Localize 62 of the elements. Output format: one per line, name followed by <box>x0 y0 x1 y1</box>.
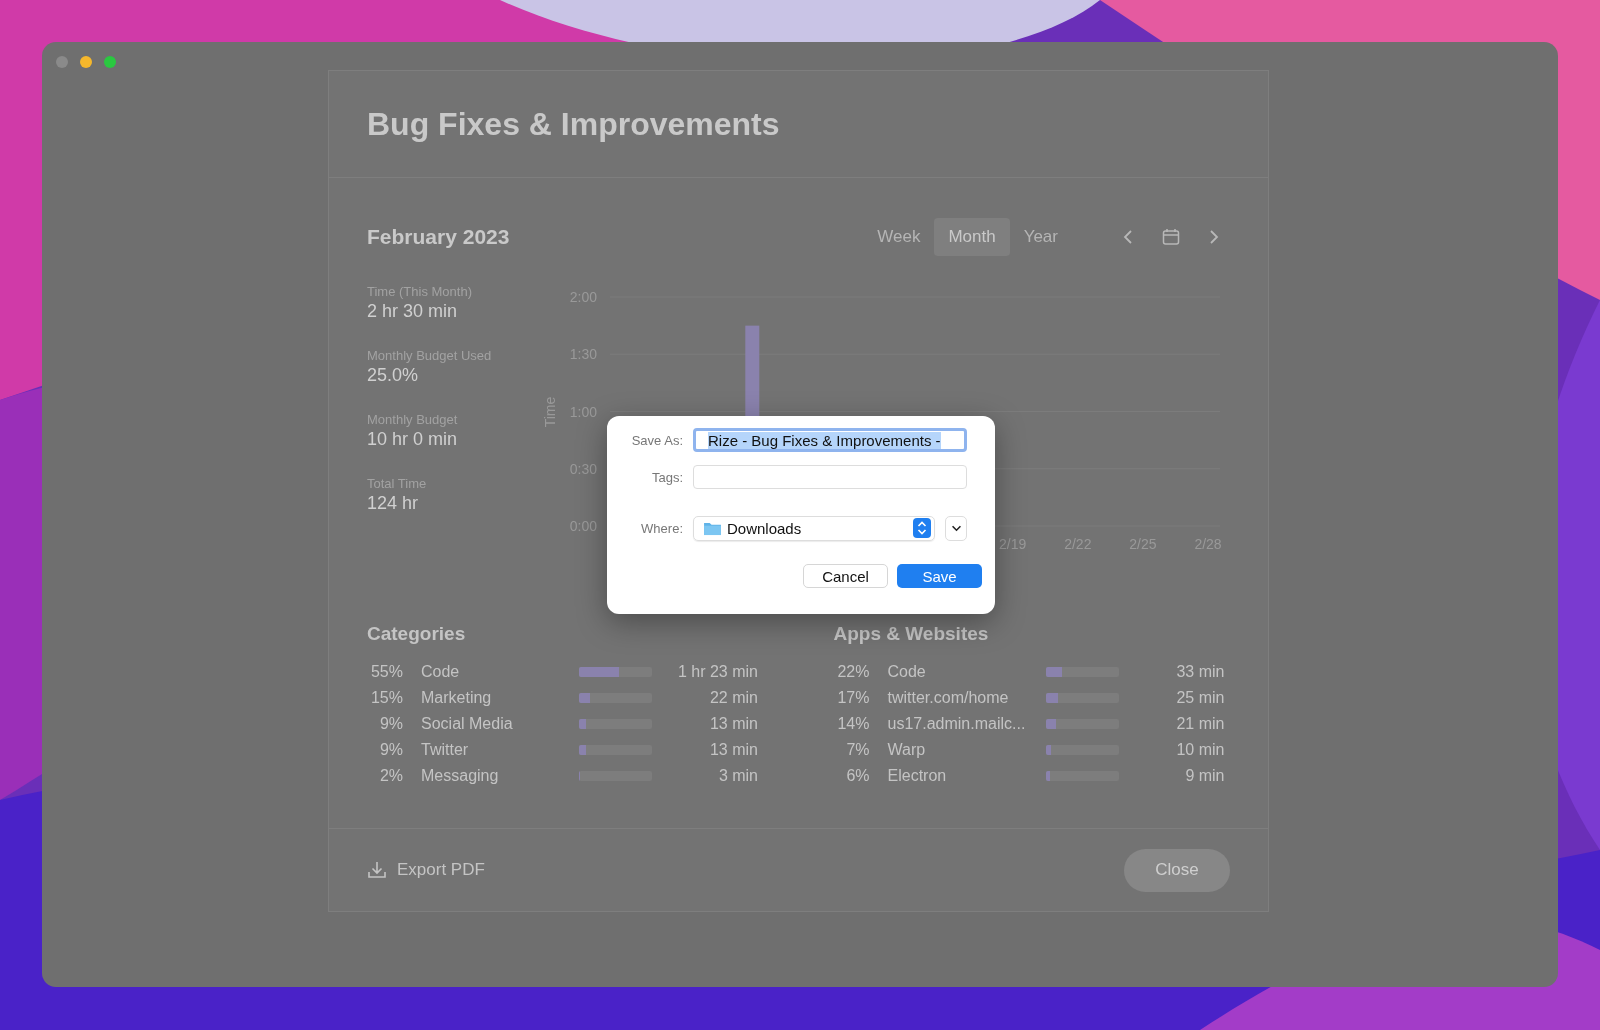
duration-text: 10 min <box>1175 741 1225 759</box>
project-title: Bug Fixes & Improvements <box>367 105 780 143</box>
filename-field[interactable]: Rize - Bug Fixes & Improvements - <box>693 428 967 452</box>
period-tab[interactable]: Month <box>934 218 1010 256</box>
item-name: twitter.com/home <box>887 689 1010 707</box>
field-label: Tags: <box>650 469 683 485</box>
field-label: Where: <box>640 520 683 536</box>
chevron-down-icon <box>950 524 962 532</box>
duration-text: 25 min <box>1175 689 1225 707</box>
item-name: Messaging <box>421 767 500 785</box>
period-tab[interactable]: Week <box>863 218 935 256</box>
download-icon <box>367 860 387 880</box>
stat-value: 2 hr 30 min <box>367 301 459 322</box>
item-name: Marketing <box>421 689 493 707</box>
item-name: Code <box>421 663 461 681</box>
item-name: Warp <box>887 741 927 759</box>
section-title: Categories <box>367 623 467 645</box>
period-tab[interactable]: Year <box>1009 218 1072 256</box>
minimize-control-icon[interactable] <box>80 56 92 68</box>
location-dropdown[interactable]: Downloads <box>693 515 935 541</box>
duration-text: 13 min <box>708 741 758 759</box>
calendar-icon[interactable] <box>1162 228 1180 246</box>
stat-value: 25.0% <box>367 365 420 386</box>
item-name: Electron <box>887 767 948 785</box>
percent-text: 7% <box>845 741 870 759</box>
percent-text: 9% <box>378 715 403 733</box>
export-pdf-button[interactable]: Export PDF <box>367 860 485 880</box>
period-title: February 2023 <box>367 225 511 249</box>
percent-text: 14% <box>836 715 870 733</box>
stepper-icon <box>913 518 931 538</box>
stat-value: 10 hr 0 min <box>367 429 459 450</box>
duration-text: 33 min <box>1175 663 1225 681</box>
duration-text: 9 min <box>1184 767 1225 785</box>
item-name: Twitter <box>421 741 470 759</box>
close-control-icon[interactable] <box>56 56 68 68</box>
field-label: Save As: <box>630 432 683 448</box>
percent-text: 2% <box>378 767 403 785</box>
cancel-button[interactable]: Cancel <box>803 564 888 588</box>
close-button[interactable]: Close <box>1124 848 1230 892</box>
item-name: us17.admin.mailc... <box>887 715 1027 733</box>
folder-icon <box>703 520 722 536</box>
item-name: Social Media <box>421 715 514 733</box>
save-button[interactable]: Save <box>897 564 982 588</box>
item-name: Code <box>887 663 927 681</box>
duration-text: 13 min <box>708 715 758 733</box>
percent-text: 17% <box>836 689 870 707</box>
tags-field[interactable] <box>693 465 967 489</box>
previous-icon[interactable] <box>1122 229 1134 245</box>
duration-text: 3 min <box>717 767 758 785</box>
duration-text: 22 min <box>708 689 758 707</box>
percent-text: 6% <box>845 767 870 785</box>
percent-text: 9% <box>378 741 403 759</box>
stat-value: 124 hr <box>367 493 420 514</box>
percent-text: 55% <box>369 663 403 681</box>
duration-text: 1 hr 23 min <box>676 663 758 681</box>
percent-text: 22% <box>836 663 870 681</box>
zoom-control-icon[interactable] <box>104 56 116 68</box>
section-title: Apps & Websites <box>833 623 990 645</box>
percent-text: 15% <box>369 689 403 707</box>
duration-text: 21 min <box>1175 715 1225 733</box>
expand-button[interactable] <box>945 515 967 541</box>
next-icon[interactable] <box>1208 229 1220 245</box>
